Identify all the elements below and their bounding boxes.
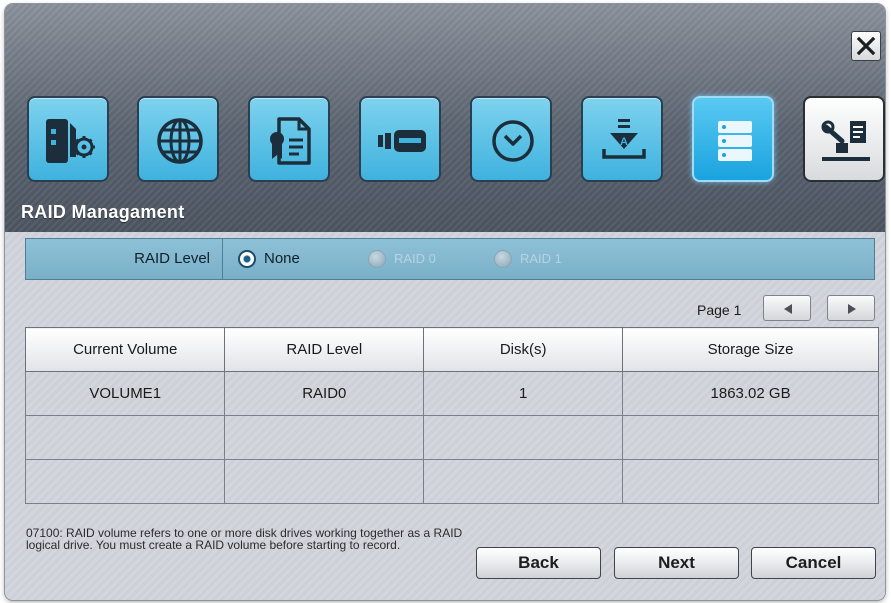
back-button[interactable]: Back xyxy=(476,547,601,579)
volume-table: Current Volume RAID Level Disk(s) Storag… xyxy=(24,327,879,504)
table-header-row: Current Volume RAID Level Disk(s) Storag… xyxy=(24,327,879,372)
radio-selected-icon xyxy=(238,250,256,268)
close-button[interactable] xyxy=(851,31,881,61)
raid-level-selector: RAID Level None RAID 0 RAID 1 xyxy=(25,238,875,280)
server-settings-icon xyxy=(46,119,95,163)
table-cell xyxy=(622,459,879,504)
table-cell xyxy=(622,415,879,460)
svg-text:A: A xyxy=(620,136,628,148)
close-icon xyxy=(856,36,876,56)
document-certificate-icon xyxy=(270,117,311,165)
table-row[interactable] xyxy=(24,415,879,460)
table-row[interactable]: VOLUME1 RAID0 1 1863.02 GB xyxy=(24,371,879,416)
table-cell xyxy=(423,459,624,504)
toolbar-button-record[interactable]: A xyxy=(581,96,663,182)
radio-unselected-icon xyxy=(494,250,512,268)
column-header: Storage Size xyxy=(622,327,879,372)
toolbar-button-raid[interactable] xyxy=(692,96,774,182)
hint-text: 07100: RAID volume refers to one or more… xyxy=(26,526,463,552)
raid-stack-icon xyxy=(718,121,752,161)
column-header: Disk(s) xyxy=(423,327,624,372)
table-cell: 1 xyxy=(423,371,624,416)
column-header: RAID Level xyxy=(224,327,425,372)
toolbar-button-system[interactable] xyxy=(27,96,109,182)
prev-page-button[interactable] xyxy=(763,295,811,321)
network-globe-icon xyxy=(157,118,203,164)
page-indicator: Page 1 xyxy=(697,302,742,318)
cancel-button[interactable]: Cancel xyxy=(751,547,876,579)
tools-icon xyxy=(821,120,870,161)
triangle-right-icon xyxy=(848,304,856,314)
table-cell xyxy=(24,459,226,504)
table-cell: VOLUME1 xyxy=(24,371,226,416)
toolbar-button-network[interactable] xyxy=(137,96,219,182)
toolbar-button-schedule[interactable] xyxy=(470,96,552,182)
next-button[interactable]: Next xyxy=(614,547,739,579)
radio-raid1-label: RAID 1 xyxy=(520,251,562,266)
next-page-button[interactable] xyxy=(827,295,875,321)
table-cell: 1863.02 GB xyxy=(622,371,879,416)
toolbar-button-storage[interactable] xyxy=(359,96,441,182)
radio-unselected-icon xyxy=(368,250,386,268)
table-cell xyxy=(224,415,425,460)
triangle-left-icon xyxy=(784,304,792,314)
raid-dialog: A RAID Managament RAID Level None RAID 0… xyxy=(5,4,885,600)
download-record-icon: A xyxy=(602,119,646,159)
table-cell: RAID0 xyxy=(224,371,425,416)
radio-raid0-label: RAID 0 xyxy=(394,251,436,266)
column-header: Current Volume xyxy=(24,327,226,372)
table-cell xyxy=(423,415,624,460)
toolbar-button-document[interactable] xyxy=(248,96,330,182)
radio-none-label: None xyxy=(264,250,300,267)
table-cell xyxy=(224,459,425,504)
table-cell xyxy=(24,415,226,460)
table-row[interactable] xyxy=(24,459,879,504)
clock-icon xyxy=(492,120,534,162)
page-title: RAID Managament xyxy=(21,202,185,222)
raid-level-label: RAID Level xyxy=(26,239,223,279)
storage-card-icon xyxy=(378,130,426,152)
toolbar-button-tools[interactable] xyxy=(803,96,885,182)
